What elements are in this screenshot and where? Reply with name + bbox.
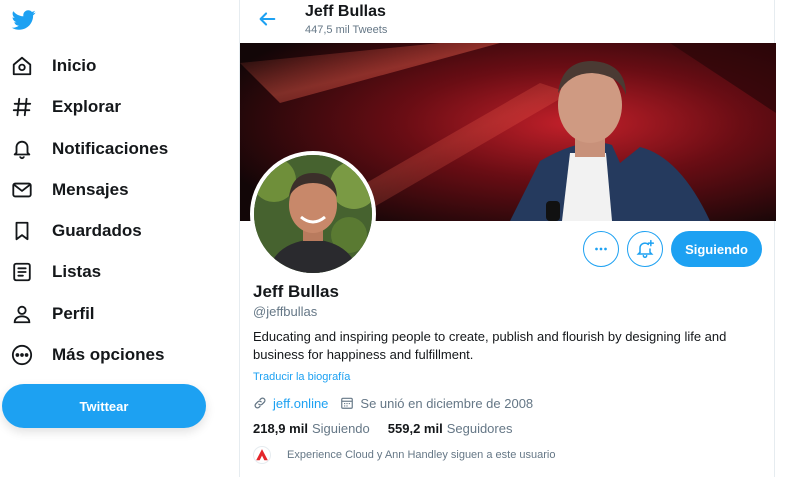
home-icon <box>10 54 34 78</box>
translate-bio-link[interactable]: Traducir la biografía <box>253 371 350 383</box>
followed-by-text: Experience Cloud y Ann Handley siguen a … <box>287 449 556 461</box>
followers-label[interactable]: Seguidores <box>447 421 513 436</box>
follower-avatar <box>253 446 271 464</box>
nav-label: Explorar <box>52 97 121 116</box>
tweet-count: 447,5 mil Tweets <box>305 24 388 36</box>
join-date: Se unió en diciembre de 2008 <box>360 395 534 411</box>
twitter-logo-icon[interactable] <box>10 8 38 32</box>
nav-label: Perfil <box>52 304 95 323</box>
sidebar: Inicio Explorar Notificaciones Mensajes … <box>0 0 232 477</box>
profile-name: Jeff Bullas <box>253 282 339 301</box>
website-link[interactable]: jeff.online <box>273 396 328 411</box>
following-button[interactable]: Siguiendo <box>671 231 762 267</box>
mail-icon <box>10 178 34 202</box>
nav-label: Guardados <box>52 221 142 240</box>
following-count[interactable]: 218,9 mil <box>253 421 308 436</box>
more-dots-icon <box>595 247 607 251</box>
nav-label: Listas <box>52 262 102 281</box>
profile-meta: jeff.online Se unió en diciembre de 2008 <box>253 394 533 412</box>
profile-avatar[interactable] <box>250 151 376 277</box>
more-options-button[interactable] <box>583 231 619 267</box>
more-circle-icon <box>10 343 34 367</box>
followers-count[interactable]: 559,2 mil <box>388 421 443 436</box>
person-icon <box>10 302 34 326</box>
profile-column: Jeff Bullas 447,5 mil Tweets Siguiendo J… <box>239 0 776 477</box>
notify-button[interactable] <box>627 231 663 267</box>
adobe-logo-icon <box>256 449 268 461</box>
avatar-photo <box>254 155 372 273</box>
nav-label: Inicio <box>52 56 97 75</box>
profile-bio: Educating and inspiring people to create… <box>253 329 727 362</box>
profile-header: Jeff Bullas 447,5 mil Tweets <box>240 0 776 43</box>
hashtag-icon <box>10 95 34 119</box>
followed-by-row[interactable]: Experience Cloud y Ann Handley siguen a … <box>253 446 555 464</box>
bell-plus-icon <box>636 239 655 259</box>
following-label[interactable]: Siguiendo <box>312 421 370 436</box>
nav-label: Más opciones <box>52 345 165 364</box>
bookmark-icon <box>10 219 34 243</box>
link-icon <box>253 396 267 410</box>
nav-label: Notificaciones <box>52 139 169 158</box>
follow-stats: 218,9 mil Siguiendo 559,2 mil Seguidores <box>253 421 530 436</box>
tweet-button[interactable]: Twittear <box>2 384 206 428</box>
nav-label: Mensajes <box>52 180 129 199</box>
bell-icon <box>10 137 34 161</box>
back-arrow-icon[interactable] <box>256 8 278 30</box>
header-name: Jeff Bullas <box>305 3 386 20</box>
list-icon <box>10 260 34 284</box>
calendar-icon <box>340 396 354 410</box>
profile-handle: @jeffbullas <box>253 304 318 319</box>
